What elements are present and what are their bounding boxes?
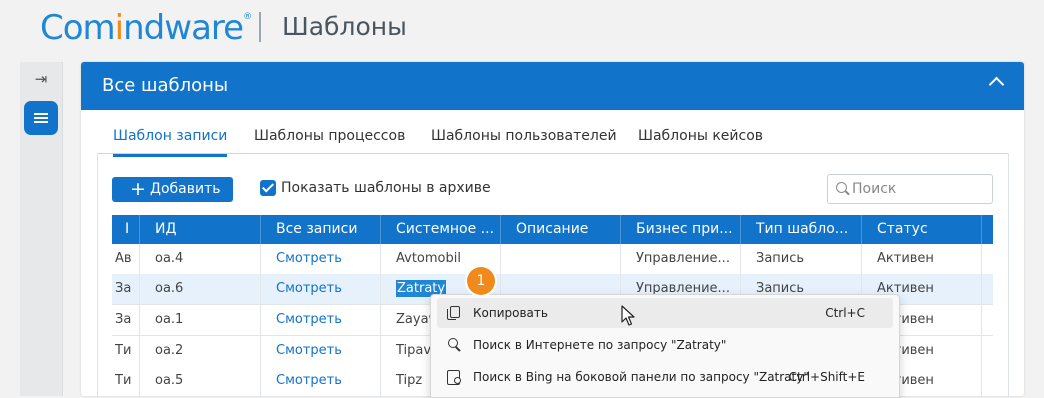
table-cell-id: oa.2 (140, 336, 261, 366)
search-icon (446, 337, 462, 353)
copy-icon (446, 305, 462, 321)
table-cell: Ти (112, 366, 140, 396)
show-archive-label[interactable]: Показать шаблоны в архиве (281, 180, 491, 196)
menu-button[interactable] (24, 101, 58, 135)
comindware-logo[interactable]: Comindware® (40, 8, 252, 48)
search-placeholder: Поиск (852, 181, 897, 197)
table-cell: Ав (112, 244, 140, 274)
context-item-bing-sidebar-search[interactable]: Поиск в Bing на боковой панели по запрос… (437, 362, 893, 392)
column-header-status[interactable]: Статус (862, 215, 982, 244)
table-cell-description (501, 244, 621, 274)
context-item-copy[interactable]: Копировать Ctrl+C (437, 298, 893, 328)
bing-sidebar-icon (446, 369, 462, 385)
table-cell-id: oa.6 (140, 274, 261, 304)
search-input[interactable]: Поиск (827, 174, 993, 204)
collapse-chevron-icon[interactable] (988, 76, 1005, 93)
mouse-cursor-icon (621, 305, 635, 326)
show-archive-checkbox[interactable] (260, 180, 276, 196)
view-link[interactable]: Смотреть (261, 274, 381, 304)
sidebar: ⇥ (20, 62, 63, 396)
column-header[interactable]: I (112, 215, 140, 244)
step-badge: 1 (467, 267, 495, 295)
table-cell: Ти (112, 336, 140, 366)
panel-title: Все шаблоны (102, 75, 229, 96)
column-header-business-app[interactable]: Бизнес при... (621, 215, 741, 244)
table-header: I ИД Все записи Системное ... Описание Б… (112, 215, 993, 244)
expand-sidebar-icon[interactable]: ⇥ (32, 72, 50, 88)
table-row[interactable]: Ав oa.4 Смотреть Avtomobil Управление...… (112, 244, 993, 275)
app-header: Comindware® Шаблоны (0, 0, 1044, 58)
context-menu: Копировать Ctrl+C Поиск в Интернете по з… (430, 294, 900, 398)
table-cell-id: oa.5 (140, 366, 261, 396)
add-button[interactable]: + Добавить (112, 177, 233, 202)
column-header-template-type[interactable]: Тип шабло... (741, 215, 862, 244)
column-header-description[interactable]: Описание (501, 215, 621, 244)
tab-process-templates[interactable]: Шаблоны процессов (254, 128, 405, 154)
tab-case-templates[interactable]: Шаблоны кейсов (638, 128, 763, 154)
column-header-system-name[interactable]: Системное ... (381, 215, 501, 244)
table-cell: За (112, 274, 140, 304)
panel-header: Все шаблоны (81, 62, 1024, 110)
table-cell-id: oa.4 (140, 244, 261, 274)
view-link[interactable]: Смотреть (261, 244, 381, 274)
plus-icon: + (130, 178, 146, 200)
view-link[interactable]: Смотреть (261, 305, 381, 335)
table-cell-business-app: Управление... (621, 244, 741, 274)
header-divider (259, 12, 261, 42)
view-link[interactable]: Смотреть (261, 366, 381, 396)
table-cell-status: Активен (862, 244, 982, 274)
tab-user-templates[interactable]: Шаблоны пользователей (431, 128, 617, 154)
page-title: Шаблоны (282, 12, 407, 41)
column-header-id[interactable]: ИД (140, 215, 261, 244)
context-item-web-search[interactable]: Поиск в Интернете по запросу "Zatraty" (437, 330, 893, 360)
column-header-all-records[interactable]: Все записи (261, 215, 381, 244)
table-cell-id: oa.1 (140, 305, 261, 335)
table-cell-template-type: Запись (741, 244, 862, 274)
table-cell: За (112, 305, 140, 335)
search-icon (836, 182, 847, 193)
view-link[interactable]: Смотреть (261, 336, 381, 366)
